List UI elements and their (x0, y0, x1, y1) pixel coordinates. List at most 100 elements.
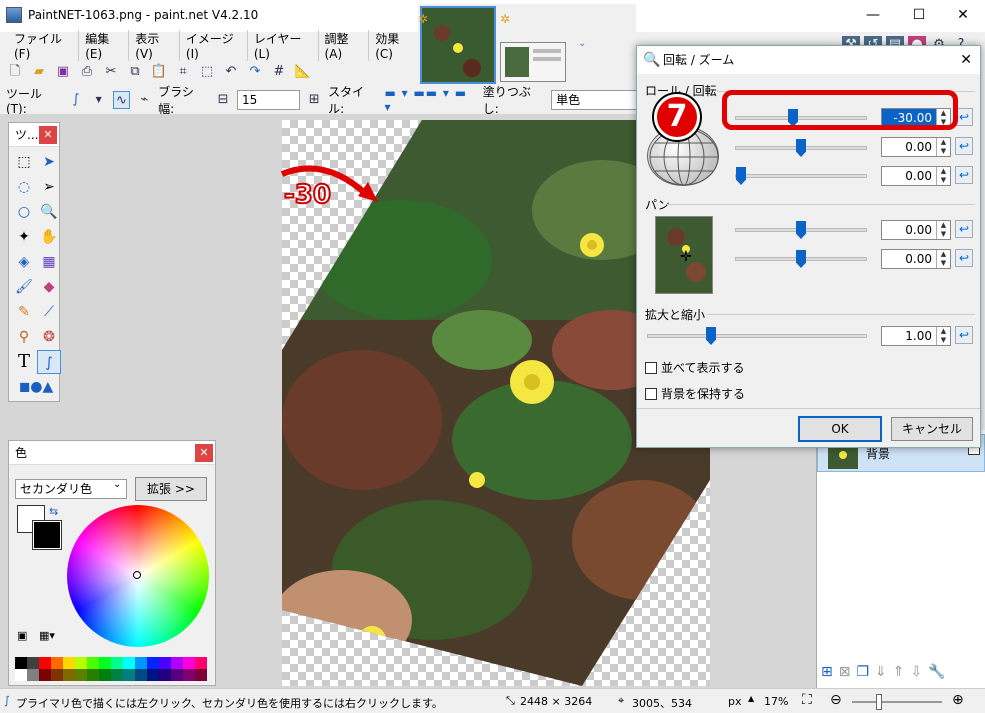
menu-edit[interactable]: 編集(E) (79, 29, 130, 61)
palette-swatch[interactable] (75, 657, 87, 669)
zoom-input[interactable]: 1.00 ▲ ▼ (881, 326, 951, 346)
cancel-button[interactable]: キャンセル (891, 417, 973, 441)
roll-direction-input[interactable]: 0.00 ▲ ▼ (881, 166, 951, 186)
zoom-in-icon[interactable]: ⊕ (952, 692, 964, 708)
move-layer-up-icon[interactable]: ⇑ (893, 664, 905, 680)
pan-preview[interactable]: ✛ (655, 216, 713, 294)
move-selection-icon[interactable]: ➤ (37, 150, 61, 174)
palette-swatch[interactable] (123, 657, 135, 669)
palette-swatch[interactable] (87, 657, 99, 669)
paintbrush-icon[interactable]: 🖌 (12, 275, 36, 299)
palette-swatch[interactable] (135, 657, 147, 669)
paint-bucket-icon[interactable]: ◈ (12, 250, 36, 274)
palette-swatch[interactable] (147, 669, 159, 681)
line-curve-icon[interactable]: ∫ (37, 350, 61, 374)
menu-effects[interactable]: 効果(C) (369, 29, 420, 61)
gradient-icon[interactable]: ▦ (37, 250, 61, 274)
copy-icon[interactable]: ⧉ (126, 63, 144, 81)
brush-width-input[interactable]: 15 (237, 90, 301, 110)
layer-properties-icon[interactable]: 🔧 (928, 664, 945, 680)
dash-style-icon[interactable]: ▬ ▾ ▬▬ ▾ ▬ ▾ (384, 86, 477, 114)
pencil-icon[interactable]: ✎ (12, 300, 36, 324)
palette-swatch[interactable] (99, 669, 111, 681)
new-file-icon[interactable]: 🗋 (6, 63, 24, 81)
menu-layer[interactable]: レイヤー(L) (248, 29, 319, 61)
ok-button[interactable]: OK (798, 416, 882, 442)
close-window-button[interactable]: ✕ (940, 0, 985, 30)
palette-swatch[interactable] (87, 669, 99, 681)
save-icon[interactable]: ▣ (54, 63, 72, 81)
text-tool-icon[interactable]: T (12, 350, 36, 374)
cut-icon[interactable]: ✂ (102, 63, 120, 81)
tile-checkbox[interactable]: 並べて表示する (645, 359, 745, 376)
fit-window-icon[interactable]: ⛶ (802, 692, 812, 708)
roll-direction-slider[interactable] (735, 167, 867, 185)
shapes-icon[interactable]: ◼●▲ (12, 375, 60, 399)
palette-options-icon[interactable]: ▦▾ (39, 629, 55, 642)
palette-swatch[interactable] (15, 669, 27, 681)
pan-hand-icon[interactable]: ✋ (37, 225, 61, 249)
palette-swatch[interactable] (171, 669, 183, 681)
fill-mode-select[interactable]: 単色 (551, 90, 641, 110)
palette-swatch[interactable] (147, 657, 159, 669)
undo-icon[interactable]: ↶ (222, 63, 240, 81)
ellipse-select-icon[interactable]: ○ (12, 200, 36, 224)
reset-pan-x-button[interactable]: ↩ (955, 220, 973, 238)
move-layer-down-icon[interactable]: ⇩ (911, 664, 923, 680)
paste-icon[interactable]: 📋 (150, 63, 168, 81)
swap-colors-icon[interactable]: ⇆ (49, 505, 58, 518)
palette-swatch[interactable] (51, 669, 63, 681)
color-selector[interactable]: セカンダリ色 (15, 479, 127, 499)
palette-swatch[interactable] (159, 669, 171, 681)
bezier-curve-icon[interactable]: ⌁ (135, 91, 153, 109)
rectangle-select-icon[interactable]: ⬚ (12, 150, 36, 174)
lasso-select-icon[interactable]: ◌ (12, 175, 36, 199)
palette-swatch[interactable] (183, 657, 195, 669)
expand-button[interactable]: 拡張 >> (135, 477, 207, 501)
pan-y-input[interactable]: 0.00 ▲ ▼ (881, 249, 951, 269)
color-picker-icon[interactable]: ⟋ (37, 300, 61, 324)
zoom-slider[interactable] (852, 694, 942, 710)
palette-swatch[interactable] (123, 669, 135, 681)
palette-menu-icon[interactable]: ▣ (17, 629, 27, 642)
increase-width-icon[interactable]: ⊞ (305, 91, 323, 109)
recolor-icon[interactable]: ❂ (37, 325, 61, 349)
palette-swatch[interactable] (135, 669, 147, 681)
palette-swatch[interactable] (63, 657, 75, 669)
palette-swatch[interactable] (159, 657, 171, 669)
reset-roll-direction-button[interactable]: ↩ (955, 166, 973, 184)
zoom-level[interactable]: 17% (764, 695, 788, 708)
palette-swatch[interactable] (171, 657, 183, 669)
delete-layer-icon[interactable]: ⊠ (839, 664, 851, 680)
add-layer-icon[interactable]: ⊞ (821, 664, 833, 680)
palette-swatch[interactable] (183, 669, 195, 681)
chevron-down-icon[interactable]: ▼ (90, 91, 108, 109)
secondary-color-swatch[interactable] (32, 520, 62, 550)
menu-image[interactable]: イメージ(I) (180, 29, 248, 61)
duplicate-layer-icon[interactable]: ❐ (856, 664, 869, 680)
palette-swatch[interactable] (27, 657, 39, 669)
palette-swatch[interactable] (111, 657, 123, 669)
palette-swatch[interactable] (63, 669, 75, 681)
palette-swatch[interactable] (39, 657, 51, 669)
close-icon[interactable]: ✕ (39, 126, 57, 144)
print-icon[interactable]: ⎙ (78, 63, 96, 81)
magic-wand-icon[interactable]: ✦ (12, 225, 36, 249)
zoom-slider[interactable] (647, 327, 867, 345)
color-palette[interactable] (15, 657, 209, 681)
reset-pan-y-button[interactable]: ↩ (955, 249, 973, 267)
pan-x-input[interactable]: 0.00 ▲ ▼ (881, 220, 951, 240)
menu-view[interactable]: 表示(V) (129, 29, 180, 61)
clone-stamp-icon[interactable]: ⚲ (12, 325, 36, 349)
redo-icon[interactable]: ↷ (246, 63, 264, 81)
dialog-close-button[interactable]: ✕ (960, 46, 972, 74)
zoom-icon[interactable]: 🔍 (37, 200, 61, 224)
keep-background-checkbox[interactable]: 背景を保持する (645, 385, 745, 402)
palette-swatch[interactable] (39, 669, 51, 681)
unit-selector[interactable]: px (728, 695, 742, 708)
palette-swatch[interactable] (75, 669, 87, 681)
pan-x-slider[interactable] (735, 221, 867, 239)
reset-roll-button[interactable]: ↩ (955, 137, 973, 155)
palette-swatch[interactable] (195, 669, 207, 681)
palette-swatch[interactable] (27, 669, 39, 681)
